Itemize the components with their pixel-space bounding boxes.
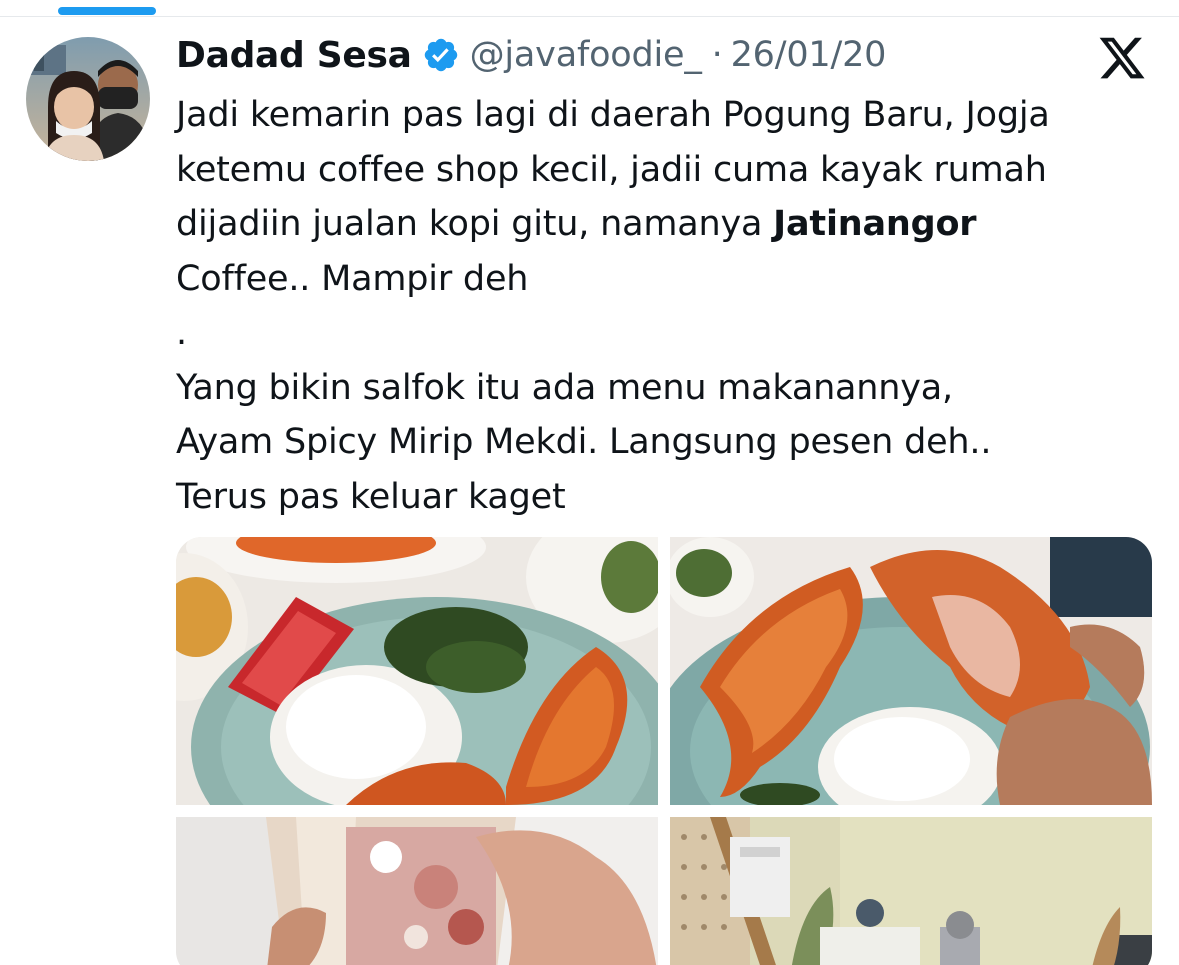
meta-separator: · (711, 35, 723, 75)
top-divider (0, 16, 1179, 17)
tweet-header: Dadad Sesa @javafoodie_ · 26/01/20 (176, 32, 886, 78)
tweet-text: Jadi kemarin pas lagi di daerah Pogung B… (176, 88, 1166, 524)
tweet-text-line: Jadi kemarin pas lagi di daerah Pogung B… (176, 95, 1050, 135)
author-handle[interactable]: @javafoodie_ (470, 35, 702, 75)
media-photo-3[interactable] (176, 817, 658, 965)
tab-active-indicator (58, 7, 156, 15)
x-logo-icon (1097, 33, 1147, 83)
tweet-text-line: Coffee.. Mampir deh (176, 258, 529, 299)
media-grid (176, 537, 1152, 965)
verified-badge-icon[interactable] (422, 36, 460, 74)
tweet-date[interactable]: 26/01/20 (731, 35, 887, 75)
hand-holding-fried-chicken-photo (670, 537, 1152, 805)
tweet-text-line: Terus pas keluar kaget (176, 476, 566, 517)
coffee-shop-name: Jatinangor (773, 204, 977, 244)
tweet-text-line: . (176, 313, 187, 353)
media-photo-1[interactable] (176, 537, 658, 805)
avatar-photo (26, 37, 150, 161)
tweet-text-line: dijadiin jualan kopi gitu, namanya Jatin… (176, 197, 1166, 252)
author-display-name[interactable]: Dadad Sesa (176, 35, 412, 76)
tweet-text-line: ketemu coffee shop kecil, jadii cuma kay… (176, 149, 1047, 190)
avatar[interactable] (26, 37, 150, 161)
tweet-text-line: Yang bikin salfok itu ada menu makananny… (176, 367, 953, 408)
media-photo-2[interactable] (670, 537, 1152, 805)
coffee-shop-interior-photo (670, 817, 1152, 965)
tweet-text-segment: dijadiin jualan kopi gitu, namanya (176, 204, 774, 244)
tweet-text-line: Ayam Spicy Mirip Mekdi. Langsung pesen d… (176, 422, 992, 462)
media-photo-4[interactable] (670, 817, 1152, 965)
fried-chicken-rice-plate-photo (176, 537, 658, 805)
iced-drink-cup-photo (176, 817, 658, 965)
